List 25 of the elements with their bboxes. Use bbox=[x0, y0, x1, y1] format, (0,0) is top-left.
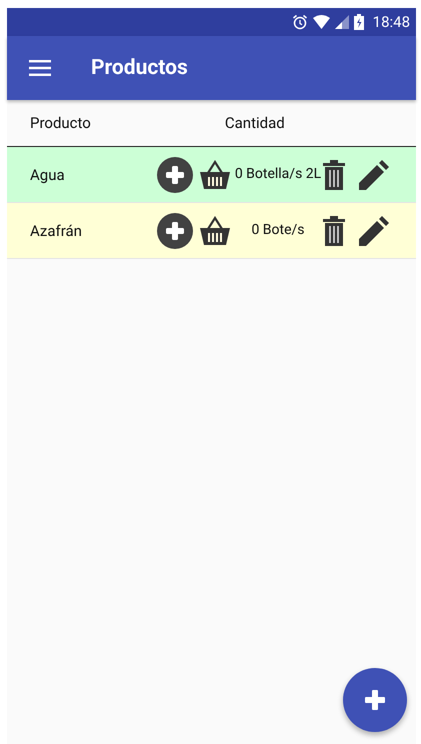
product-row[interactable]: Azafrán 0 Bote/s bbox=[7, 203, 416, 259]
add-circle-icon[interactable] bbox=[157, 156, 193, 192]
product-name: Agua bbox=[29, 166, 66, 184]
product-row[interactable]: Agua 0 Botella/s 2L bbox=[7, 147, 416, 203]
add-button[interactable] bbox=[343, 668, 407, 732]
basket-icon[interactable] bbox=[199, 160, 231, 190]
basket-icon[interactable] bbox=[199, 216, 231, 246]
alarm-clock-icon bbox=[292, 14, 308, 30]
quantity-text: 0 Bote/s bbox=[250, 222, 306, 239]
signal-icon bbox=[334, 15, 349, 29]
plus-icon bbox=[365, 690, 385, 710]
wifi-icon bbox=[312, 15, 330, 29]
trash-icon[interactable] bbox=[323, 160, 345, 190]
column-header: Cantidad bbox=[224, 114, 285, 132]
column-header: Producto bbox=[30, 114, 91, 132]
menu-icon[interactable] bbox=[29, 60, 51, 76]
add-circle-icon[interactable] bbox=[157, 212, 193, 248]
pencil-icon[interactable] bbox=[359, 160, 389, 190]
battery-icon bbox=[354, 14, 364, 30]
app-title: Productos bbox=[91, 56, 188, 80]
quantity-text: 0 Botella/s 2L bbox=[234, 166, 322, 183]
pencil-icon[interactable] bbox=[359, 216, 389, 246]
status-time: 18:48 bbox=[372, 13, 410, 31]
trash-icon[interactable] bbox=[323, 216, 345, 246]
product-name: Azafrán bbox=[29, 222, 83, 240]
